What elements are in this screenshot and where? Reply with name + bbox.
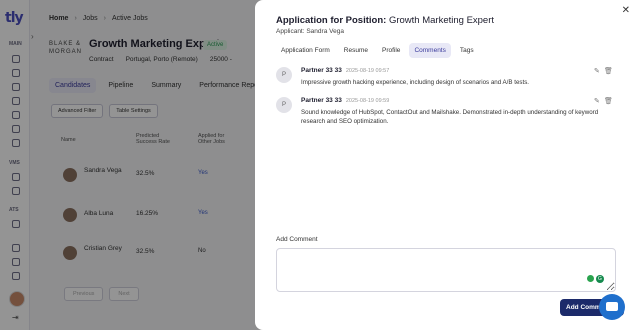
delete-icon[interactable]: 🗑 <box>604 97 613 105</box>
grammarly-icon[interactable]: G <box>596 275 604 283</box>
comment-author: Partner 33 33 2025-08-19 09:59 <box>301 97 390 104</box>
add-comment-label: Add Comment <box>276 236 318 243</box>
tab-comments[interactable]: Comments <box>409 43 451 58</box>
tab-application-form[interactable]: Application Form <box>276 43 335 58</box>
panel-title-position: Growth Marketing Expert <box>388 15 495 26</box>
panel-tabs: Application Form Resume Profile Comments… <box>276 43 479 58</box>
comment-avatar: P <box>276 67 292 83</box>
edit-icon[interactable]: ✎ <box>594 67 600 75</box>
panel-title: Application for Position: Growth Marketi… <box>276 15 494 26</box>
panel-title-prefix: Application for Position: <box>276 15 387 26</box>
edit-icon[interactable]: ✎ <box>594 97 600 105</box>
applicant-name: Applicant: Sandra Vega <box>276 28 344 35</box>
comment-author: Partner 33 33 2025-08-19 09:57 <box>301 67 390 74</box>
comment-avatar: P <box>276 97 292 113</box>
application-panel: ✕ Application for Position: Growth Marke… <box>255 0 637 330</box>
comment-time: 2025-08-19 09:59 <box>345 98 390 104</box>
close-icon[interactable]: ✕ <box>622 5 630 16</box>
comment-text: Impressive growth hacking experience, in… <box>301 79 530 86</box>
tab-profile[interactable]: Profile <box>377 43 405 58</box>
grammar-tools: G <box>587 275 604 283</box>
comment-text: Sound knowledge of HubSpot, ContactOut a… <box>301 109 599 125</box>
delete-icon[interactable]: 🗑 <box>604 67 613 75</box>
location-pin-icon[interactable] <box>587 275 594 282</box>
comment-input[interactable] <box>276 248 616 292</box>
comment-time: 2025-08-19 09:57 <box>345 68 390 74</box>
chat-support-icon[interactable] <box>599 294 625 320</box>
tab-resume[interactable]: Resume <box>339 43 373 58</box>
tab-tags[interactable]: Tags <box>455 43 479 58</box>
